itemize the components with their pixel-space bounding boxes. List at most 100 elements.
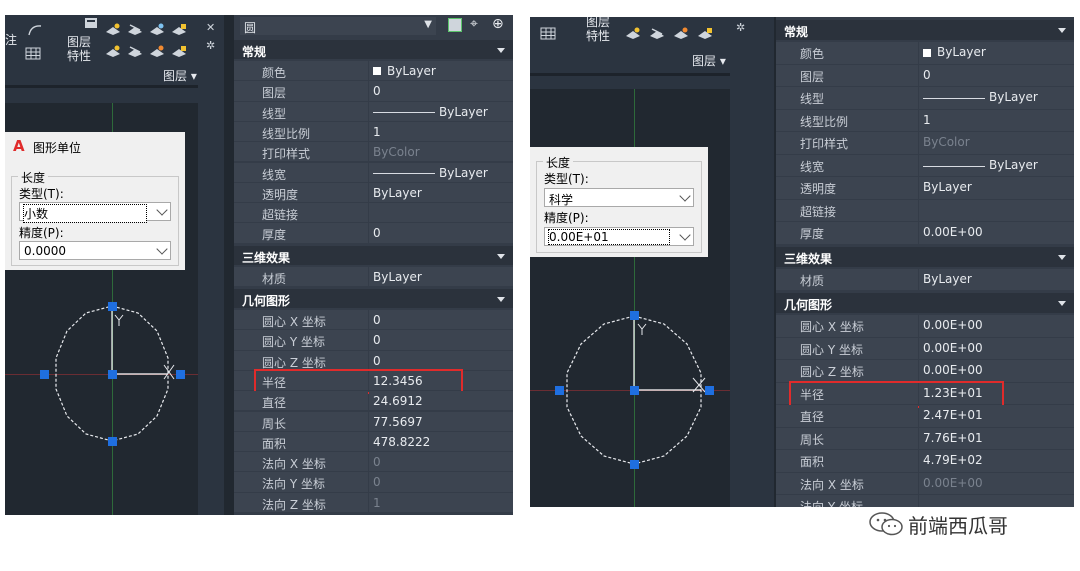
property-value[interactable]: 0	[369, 452, 513, 472]
property-row[interactable]: 圆心 Y 坐标 0	[234, 330, 513, 350]
layer-isolate-icon[interactable]	[127, 45, 143, 58]
property-value[interactable]: 0	[369, 472, 513, 492]
table-icon[interactable]	[540, 27, 556, 40]
property-row[interactable]: 圆心 Y 坐标 0.00E+00	[776, 337, 1074, 361]
precision-select[interactable]: 0.0000	[19, 241, 171, 260]
property-row[interactable]: 圆心 Z 坐标 0.00E+00	[776, 360, 1074, 383]
panel-close-icon[interactable]: ✕	[206, 21, 215, 34]
quick-select-icon[interactable]	[448, 18, 462, 32]
section-header-effects[interactable]: 三维效果	[776, 246, 1074, 267]
property-value[interactable]: 7.76E+01	[919, 427, 1074, 449]
property-value[interactable]: 0.00E+00	[919, 472, 1074, 494]
property-row[interactable]: 超链接	[234, 203, 513, 223]
property-value[interactable]: ByColor	[919, 132, 1074, 154]
layer-walk-icon[interactable]	[149, 45, 165, 58]
property-row[interactable]: 法向 X 坐标 0	[234, 452, 513, 472]
property-row[interactable]: 厚度 0.00E+00	[776, 222, 1074, 245]
property-row[interactable]: 直径 24.6912	[234, 391, 513, 411]
property-row[interactable]: 线宽 ByLayer	[776, 154, 1074, 178]
property-value[interactable]	[919, 199, 1074, 221]
property-row[interactable]: 打印样式 ByColor	[234, 142, 513, 162]
property-value[interactable]: 0.00E+00	[919, 222, 1074, 244]
property-row[interactable]: 打印样式 ByColor	[776, 132, 1074, 155]
property-value[interactable]: 1	[369, 121, 513, 142]
property-value[interactable]: 0	[919, 64, 1074, 86]
layer-state-icon[interactable]	[105, 23, 121, 36]
property-row[interactable]: 颜色 ByLayer	[234, 61, 513, 81]
object-type-combo[interactable]: 圆 ▼	[240, 17, 436, 35]
layer-on-icon[interactable]	[105, 45, 121, 58]
property-row[interactable]: 颜色 ByLayer	[776, 42, 1074, 65]
property-row[interactable]: 面积 478.8222	[234, 431, 513, 452]
property-value[interactable]: 77.5697	[369, 411, 513, 431]
property-row[interactable]: 透明度 ByLayer	[234, 182, 513, 203]
property-value[interactable]: ByLayer	[919, 42, 1074, 64]
property-row[interactable]: 线型比例 1	[234, 121, 513, 142]
property-value[interactable]: 0	[369, 350, 513, 370]
property-row[interactable]: 周长 7.76E+01	[776, 427, 1074, 451]
property-row[interactable]: 线宽 ByLayer	[234, 162, 513, 183]
property-value[interactable]: 478.8222	[369, 431, 513, 452]
property-value[interactable]: 24.6912	[369, 391, 513, 411]
type-select[interactable]: 小数	[19, 202, 171, 223]
layer-match-icon[interactable]	[127, 23, 143, 36]
property-row[interactable]: 圆心 Z 坐标 0	[234, 350, 513, 371]
property-value[interactable]: 2.47E+01	[919, 405, 1074, 427]
property-value[interactable]: ByLayer	[919, 177, 1074, 199]
property-row[interactable]: 周长 77.5697	[234, 411, 513, 432]
property-value[interactable]	[919, 495, 1074, 507]
precision-select[interactable]: 0.00E+01	[544, 227, 694, 246]
layer-properties-button[interactable]: 图层 特性	[586, 17, 610, 43]
section-header-geometry[interactable]: 几何图形	[234, 289, 513, 308]
property-row[interactable]: 法向 Z 坐标 1	[234, 492, 513, 513]
property-row[interactable]: 法向 Y 坐标	[776, 495, 1074, 507]
property-row[interactable]: 图层 0	[776, 64, 1074, 88]
property-value[interactable]: 1	[919, 109, 1074, 131]
property-row[interactable]: 法向 X 坐标 0.00E+00	[776, 472, 1074, 496]
panel-settings-icon[interactable]: ✲	[206, 39, 215, 52]
section-header-general[interactable]: 常规	[776, 20, 1074, 40]
property-row[interactable]: 材质 ByLayer	[776, 268, 1074, 292]
property-value[interactable]: 0.00E+00	[919, 315, 1074, 337]
property-row[interactable]: 线型 ByLayer	[776, 87, 1074, 110]
property-value[interactable]: ByLayer	[369, 61, 513, 81]
layer-freeze-icon[interactable]	[149, 23, 165, 36]
property-row[interactable]: 材质 ByLayer	[234, 266, 513, 287]
layer-properties-button[interactable]: 图层 特性	[67, 35, 91, 63]
property-value[interactable]: ByLayer	[369, 101, 513, 121]
property-value[interactable]: 0.00E+00	[919, 360, 1074, 382]
property-row[interactable]: 线型比例 1	[776, 109, 1074, 133]
layer-lock-icon[interactable]	[171, 23, 187, 36]
property-row[interactable]: 超链接	[776, 199, 1074, 223]
arc-icon[interactable]	[27, 23, 43, 36]
property-value[interactable]	[369, 203, 513, 223]
layer-unlock-icon[interactable]	[171, 45, 187, 58]
select-objects-icon[interactable]: ⌖	[470, 16, 478, 32]
layer-freeze-icon[interactable]	[673, 27, 689, 40]
property-value[interactable]: 1	[369, 492, 513, 512]
toggle-pickadd-icon[interactable]: ⊕	[492, 16, 504, 32]
property-value[interactable]: ByLayer	[919, 87, 1074, 109]
panel-settings-icon[interactable]: ✲	[736, 21, 745, 34]
property-value[interactable]: ByLayer	[369, 266, 513, 286]
property-row[interactable]: 圆心 X 坐标 0	[234, 310, 513, 330]
property-value[interactable]: 0	[369, 223, 513, 243]
property-value[interactable]: ByLayer	[919, 268, 1074, 290]
type-select[interactable]: 科学	[544, 188, 694, 207]
layer-match-icon[interactable]	[649, 27, 665, 40]
property-value[interactable]: 0	[369, 81, 513, 101]
property-row[interactable]: 厚度 0	[234, 223, 513, 243]
property-value[interactable]: ByLayer	[919, 154, 1074, 176]
property-value[interactable]: 4.79E+02	[919, 450, 1074, 472]
section-header-effects[interactable]: 三维效果	[234, 245, 513, 265]
section-header-general[interactable]: 常规	[234, 40, 513, 59]
property-row[interactable]: 图层 0	[234, 81, 513, 101]
layer-properties-icon[interactable]	[83, 17, 99, 30]
layer-lock-icon[interactable]	[697, 27, 713, 40]
property-row[interactable]: 线型 ByLayer	[234, 101, 513, 122]
property-row[interactable]: 直径 2.47E+01	[776, 405, 1074, 428]
property-row[interactable]: 法向 Y 坐标 0	[234, 472, 513, 492]
property-value[interactable]: ByLayer	[369, 182, 513, 203]
property-row[interactable]: 圆心 X 坐标 0.00E+00	[776, 315, 1074, 338]
property-row[interactable]: 透明度 ByLayer	[776, 177, 1074, 200]
